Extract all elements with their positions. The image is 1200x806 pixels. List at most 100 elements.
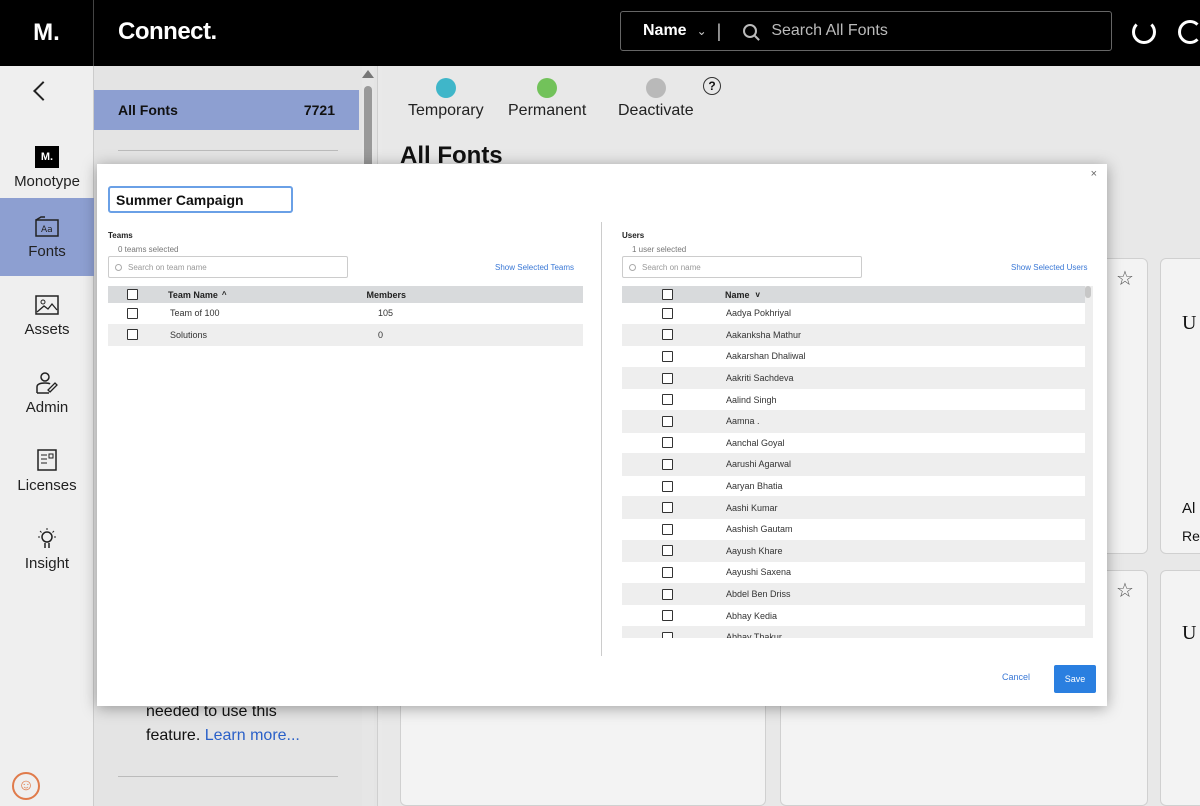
team-search-input[interactable]: Search on team name (108, 256, 348, 278)
sort-asc-icon[interactable]: ^ (222, 290, 227, 299)
row-checkbox[interactable] (662, 415, 673, 427)
brand-logo[interactable]: M. (0, 0, 94, 66)
row-checkbox[interactable] (662, 480, 673, 492)
teams-table: Team Name ^ Members Team of 100 105 Solu… (108, 286, 583, 347)
row-checkbox[interactable] (662, 437, 673, 449)
row-checkbox[interactable] (662, 372, 673, 384)
table-row[interactable]: Aashish Gautam (622, 519, 1087, 541)
show-selected-users-link[interactable]: Show Selected Users (1011, 263, 1087, 272)
close-icon[interactable]: × (1091, 168, 1097, 180)
top-bar: M. Connect. Name ⌄ | (0, 0, 1200, 66)
nav-item-licenses[interactable]: Licenses (0, 432, 94, 510)
nav-item-admin[interactable]: Admin (0, 354, 94, 432)
upgrade-note: needed to use this feature. Learn more..… (146, 703, 300, 744)
user-name: Aashi Kumar (726, 502, 778, 513)
row-checkbox[interactable] (662, 523, 673, 535)
font-foundry: Re (1182, 528, 1200, 544)
feedback-smile-icon[interactable]: ☺ (12, 772, 40, 800)
refresh-icon[interactable] (1132, 20, 1156, 44)
nav-label: Insight (24, 554, 70, 572)
nav-item-insight[interactable]: Insight (0, 510, 94, 588)
star-icon[interactable]: ☆ (1116, 578, 1134, 603)
row-checkbox[interactable] (662, 610, 673, 622)
table-row[interactable]: Aamna . (622, 410, 1087, 433)
star-icon[interactable]: ☆ (1116, 266, 1134, 291)
nav-item-monotype[interactable]: M. Monotype (0, 128, 94, 206)
status-dot (537, 78, 558, 98)
row-checkbox[interactable] (662, 394, 673, 406)
scroll-up-icon[interactable] (362, 70, 374, 78)
table-row[interactable]: Aakanksha Mathur (622, 324, 1087, 347)
nav-item-fonts[interactable]: Aa Fonts (0, 198, 94, 276)
table-row[interactable]: Aayushi Saxena (622, 562, 1087, 584)
scrollbar-thumb[interactable] (1085, 286, 1091, 298)
list-count: 7721 (303, 102, 335, 118)
row-checkbox[interactable] (127, 329, 138, 341)
select-all-users-checkbox[interactable] (662, 289, 673, 300)
font-preview: U (1182, 622, 1197, 644)
sort-desc-icon[interactable]: v (756, 290, 760, 299)
nav-item-assets[interactable]: Assets (0, 276, 94, 354)
user-search-input[interactable]: Search on name (622, 256, 862, 278)
nav-label: Admin (25, 398, 69, 416)
font-card[interactable] (400, 700, 766, 806)
users-scrollbar[interactable] (1085, 286, 1093, 638)
row-checkbox[interactable] (662, 566, 673, 578)
table-row[interactable]: Aakarshan Dhaliwal (622, 346, 1087, 368)
teams-selected-count: 0 teams selected (118, 245, 179, 254)
row-checkbox[interactable] (127, 307, 138, 319)
sync-icon[interactable] (1178, 20, 1200, 44)
search-divider: | (716, 20, 722, 41)
row-checkbox[interactable] (662, 329, 673, 341)
select-all-teams-checkbox[interactable] (127, 289, 138, 300)
image-icon (35, 293, 59, 317)
table-row[interactable]: Aakriti Sachdeva (622, 367, 1087, 390)
nav-label: Fonts (28, 242, 66, 260)
chevron-down-icon[interactable]: ⌄ (697, 24, 707, 38)
table-row[interactable]: Aaryan Bhatia (622, 476, 1087, 498)
font-card[interactable] (1160, 570, 1200, 806)
workspace-name-input[interactable] (108, 186, 293, 213)
nav-label: Monotype (14, 172, 80, 190)
row-checkbox[interactable] (662, 350, 673, 362)
table-row[interactable]: Aayush Khare (622, 540, 1087, 563)
search-input[interactable] (771, 22, 1072, 40)
col-team-name[interactable]: Team Name (168, 290, 218, 300)
table-row[interactable]: Solutions 0 (108, 324, 583, 347)
row-checkbox[interactable] (662, 307, 673, 319)
row-checkbox[interactable] (662, 458, 673, 470)
search-mode-select[interactable]: Name (643, 22, 687, 40)
scrollbar-thumb[interactable] (364, 86, 372, 176)
table-row[interactable]: Abdel Ben Driss (622, 583, 1087, 606)
table-row[interactable]: Team of 100 105 (108, 303, 583, 325)
user-name: Aayushi Saxena (726, 567, 792, 578)
help-icon[interactable]: ? (703, 77, 721, 95)
table-row[interactable]: Aanchal Goyal (622, 433, 1087, 455)
global-search: Name ⌄ | (620, 11, 1112, 51)
table-row[interactable]: Aadya Pokhriyal (622, 303, 1087, 325)
row-checkbox[interactable] (662, 502, 673, 514)
divider (118, 776, 338, 777)
col-members[interactable]: Members (367, 290, 407, 300)
cancel-button[interactable]: Cancel (1002, 672, 1030, 682)
lightbulb-icon (35, 527, 59, 551)
save-button[interactable]: Save (1054, 665, 1096, 693)
row-checkbox[interactable] (662, 631, 673, 638)
list-item-all-fonts[interactable]: All Fonts 7721 (94, 90, 359, 130)
row-checkbox[interactable] (662, 588, 673, 600)
teams-title: Teams (108, 231, 133, 240)
table-row[interactable]: Abhay Kedia (622, 605, 1087, 627)
user-name: Abhay Thakur (726, 632, 782, 638)
row-checkbox[interactable] (662, 545, 673, 557)
table-row[interactable]: Abhay Thakur (622, 626, 1087, 638)
table-row[interactable]: Aalind Singh (622, 389, 1087, 411)
back-arrow-icon[interactable] (33, 81, 53, 101)
svg-text:Aa: Aa (41, 225, 53, 235)
learn-more-link[interactable]: Learn more... (205, 727, 300, 744)
show-selected-teams-link[interactable]: Show Selected Teams (495, 263, 574, 272)
table-row[interactable]: Aashi Kumar (622, 497, 1087, 519)
user-name: Aamna . (726, 416, 760, 427)
col-name[interactable]: Name (725, 290, 750, 300)
table-row[interactable]: Aarushi Agarwal (622, 454, 1087, 476)
user-name: Abdel Ben Driss (726, 589, 791, 600)
